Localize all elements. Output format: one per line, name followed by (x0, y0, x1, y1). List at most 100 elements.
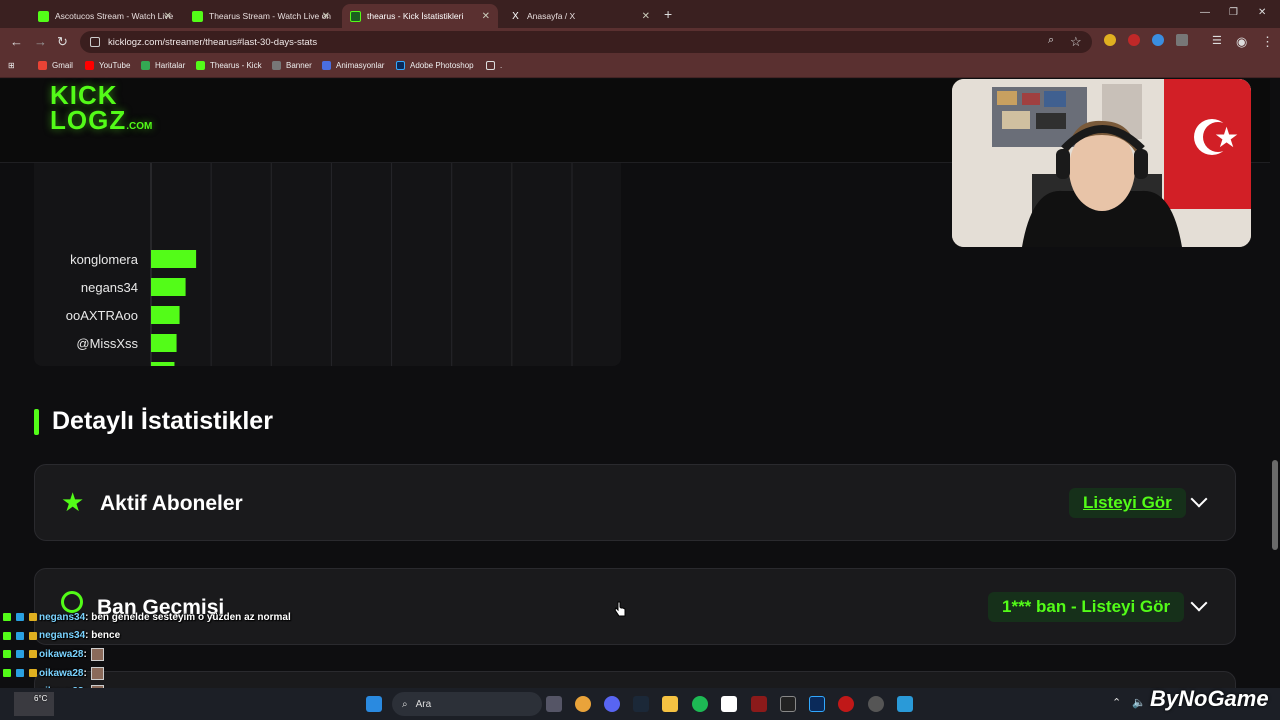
kicklogz-icon (350, 10, 361, 22)
extension-icon[interactable] (1104, 34, 1116, 46)
chat-username: oikawa28 (39, 648, 84, 660)
restore-button[interactable]: ❐ (1229, 7, 1238, 18)
app-icon[interactable] (897, 696, 913, 712)
windows-taskbar: ⌕ Ara ⌃ 🔈 (0, 688, 1280, 720)
url-bar[interactable]: kicklogz.com/streamer/thearus#last-30-da… (80, 31, 1092, 53)
view-list-button[interactable]: Listeyi Gör (1069, 488, 1186, 518)
bookmark-thearus-kick[interactable]: Thearus - Kick (196, 61, 262, 70)
spotify-icon[interactable] (692, 696, 708, 712)
bookmark-photoshop[interactable]: Adobe Photoshop (396, 61, 474, 70)
task-view-icon[interactable] (546, 696, 562, 712)
profile-icon[interactable]: ◉ (1236, 34, 1247, 50)
bar[interactable] (151, 306, 180, 324)
new-tab-button[interactable]: + (664, 6, 672, 22)
crown-badge-icon (29, 631, 37, 640)
chat-username: negans34 (39, 630, 86, 642)
bookmark-youtube[interactable]: YouTube (85, 61, 130, 70)
chevron-down-icon[interactable] (1190, 490, 1208, 508)
category-label: @MissXss (76, 336, 138, 351)
bookmark-maps[interactable]: Haritalar (141, 61, 185, 70)
bookmark-folder[interactable]: . (486, 61, 502, 70)
accordion-label: Aktif Aboneler (100, 492, 243, 515)
extension-icon[interactable] (1152, 34, 1164, 46)
gmail-icon (38, 61, 47, 70)
zoom-icon[interactable]: ⌕ (1048, 34, 1054, 47)
kick-badge-icon (3, 650, 11, 659)
bar-chart: 02.0004.0006.0008.00010.00012.00014.000k… (66, 163, 573, 366)
bar[interactable] (151, 250, 197, 268)
extension-icon[interactable] (1128, 34, 1140, 46)
category-label: negans34 (81, 280, 138, 295)
webcam-overlay: ★ (952, 79, 1251, 247)
chat-message: oikawa28 : (0, 645, 320, 664)
folder-icon (486, 61, 495, 70)
tab-kick-stats[interactable]: thearus - Kick İstatistikleri ✕ (342, 4, 498, 28)
globe-icon (272, 61, 281, 70)
vector-icon (322, 61, 331, 70)
obs-icon[interactable] (868, 696, 884, 712)
taskbar-search[interactable]: ⌕ Ara (392, 692, 542, 716)
volume-icon[interactable]: 🔈 (1132, 696, 1146, 709)
category-label: VerseVision (70, 364, 138, 366)
windows-start-icon[interactable] (366, 696, 382, 712)
epic-games-icon[interactable] (780, 696, 796, 712)
accordion-active-subscribers[interactable]: ★ Aktif Aboneler Listeyi Gör (34, 464, 1236, 541)
bookmark-animations[interactable]: Animasyonlar (322, 61, 384, 70)
minimize-button[interactable]: — (1200, 7, 1210, 18)
svg-text:★: ★ (1214, 121, 1239, 154)
tab-title: Ascotucos Stream - Watch Live (55, 11, 174, 21)
back-icon[interactable]: ← (10, 34, 23, 49)
close-icon[interactable]: ✕ (164, 11, 172, 22)
photoshop-icon[interactable] (809, 696, 825, 712)
steam-icon[interactable] (633, 696, 649, 712)
tab-ascotucos[interactable]: Ascotucos Stream - Watch Live ✕ (30, 4, 180, 28)
scrollbar[interactable] (1270, 79, 1280, 720)
close-icon[interactable]: ✕ (642, 11, 650, 22)
bar[interactable] (151, 334, 177, 352)
tab-thearus-stream[interactable]: Thearus Stream - Watch Live on ✕ (184, 4, 338, 28)
chrome-icon[interactable] (575, 696, 591, 712)
chevron-down-icon[interactable] (1190, 594, 1208, 612)
close-window-button[interactable]: ✕ (1258, 7, 1266, 18)
game-launcher-icon[interactable] (751, 696, 767, 712)
view-ban-list-button[interactable]: 1*** ban - Listeyi Gör (988, 592, 1185, 622)
bookmark-gmail[interactable]: Gmail (38, 61, 73, 70)
app-icon[interactable] (838, 696, 854, 712)
close-icon[interactable]: ✕ (482, 11, 490, 22)
scrollbar-thumb[interactable] (1272, 460, 1278, 550)
tab-x-home[interactable]: X Anasayfa / X ✕ (502, 4, 658, 28)
weather-text: 6°C (34, 694, 48, 703)
bar[interactable] (151, 278, 186, 296)
menu-icon[interactable]: ⋮ (1261, 34, 1274, 50)
section-header: Detaylı İstatistikler (34, 407, 273, 436)
file-explorer-icon[interactable] (662, 696, 678, 712)
subscriber-badge-icon (16, 613, 24, 622)
close-icon[interactable]: ✕ (322, 11, 330, 22)
streamer-camera-image: ★ (952, 79, 1251, 247)
crown-badge-icon (29, 613, 37, 622)
discord-icon[interactable] (604, 696, 620, 712)
bookmark-star-icon[interactable]: ☆ (1070, 34, 1082, 50)
bookmark-banner[interactable]: Banner (272, 61, 312, 70)
apps-grid-icon[interactable]: ⊞ (8, 61, 15, 70)
kicklogz-logo[interactable]: KICK LOGZ.COM (50, 82, 152, 139)
reload-icon[interactable]: ↻ (57, 34, 68, 50)
tray-chevron-icon[interactable]: ⌃ (1112, 696, 1121, 709)
chat-text: : ben genelde sesteyim o yüzden az norma… (85, 611, 291, 623)
site-info-icon[interactable] (90, 37, 100, 47)
bar[interactable] (151, 362, 175, 366)
tab-title: thearus - Kick İstatistikleri (367, 11, 464, 21)
accent-bar (34, 408, 39, 435)
capcut-icon[interactable] (721, 696, 737, 712)
top-chatters-chart-card: 02.0004.0006.0008.00010.00012.00014.000k… (34, 163, 621, 366)
tab-search-icon[interactable]: ☰ (1212, 34, 1222, 47)
x-logo-icon: X (512, 10, 519, 22)
chat-message: negans34 : ben genelde sesteyim o yüzden… (0, 608, 320, 627)
emote-image (90, 666, 104, 680)
chat-message: oikawa28 : (0, 664, 320, 683)
extensions-puzzle-icon[interactable] (1176, 34, 1188, 46)
address-bar-row: ← → ↻ kicklogz.com/streamer/thearus#last… (0, 28, 1280, 56)
chat-text: : bence (85, 630, 121, 642)
forward-icon[interactable]: → (34, 34, 47, 49)
tab-strip: Ascotucos Stream - Watch Live ✕ Thearus … (0, 0, 1280, 28)
